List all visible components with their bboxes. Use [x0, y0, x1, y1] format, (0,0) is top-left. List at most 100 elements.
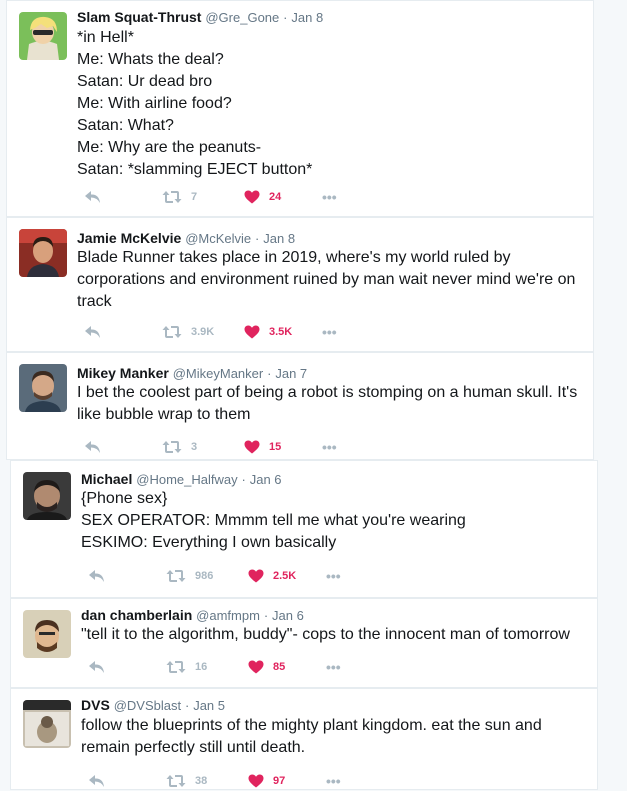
like-count: 85 [273, 661, 286, 673]
tweet[interactable]: Mikey Manker @MikeyManker · Jan 7 I bet … [6, 352, 594, 460]
author-handle[interactable]: @McKelvie [185, 231, 251, 246]
tweet-date[interactable]: Jan 8 [263, 231, 295, 246]
avatar[interactable] [23, 700, 71, 748]
tweet-header: DVS @DVSblast · Jan 5 [81, 696, 225, 715]
tweet[interactable]: Jamie McKelvie @McKelvie · Jan 8 Blade R… [6, 217, 594, 352]
separator: · [241, 472, 246, 487]
tweet-date[interactable]: Jan 7 [275, 366, 307, 381]
retweet-button[interactable]: 3 [162, 437, 197, 457]
separator: · [255, 231, 260, 246]
heart-icon [244, 190, 260, 204]
tweet-header: Jamie McKelvie @McKelvie · Jan 8 [77, 229, 295, 248]
author-handle[interactable]: @MikeyManker [173, 366, 264, 381]
heart-icon [248, 569, 264, 583]
more-button[interactable]: ••• [322, 187, 337, 207]
reply-button[interactable] [88, 657, 106, 677]
tweet-header: Slam Squat-Thrust @Gre_Gone · Jan 8 [77, 8, 323, 27]
retweet-icon [166, 661, 186, 673]
avatar[interactable] [23, 610, 71, 658]
author-handle[interactable]: @Gre_Gone [205, 10, 279, 25]
separator: · [283, 10, 288, 25]
author-handle[interactable]: @Home_Halfway [136, 472, 237, 487]
retweet-count: 3.9K [191, 326, 215, 338]
like-button[interactable]: 97 [248, 771, 285, 791]
avatar[interactable] [19, 12, 67, 60]
tweet-date[interactable]: Jan 6 [272, 608, 304, 623]
retweet-button[interactable]: 986 [166, 566, 213, 586]
like-count: 24 [269, 191, 282, 203]
retweet-button[interactable]: 38 [166, 771, 207, 791]
retweet-icon [166, 775, 186, 787]
like-button[interactable]: 2.5K [248, 566, 296, 586]
avatar[interactable] [23, 472, 71, 520]
tweet[interactable]: DVS @DVSblast · Jan 5 follow the bluepri… [10, 688, 598, 790]
tweet-date[interactable]: Jan 8 [291, 10, 323, 25]
more-button[interactable]: ••• [326, 657, 341, 677]
like-button[interactable]: 3.5K [244, 322, 292, 342]
retweet-count: 7 [191, 191, 198, 203]
tweet-date[interactable]: Jan 5 [193, 698, 225, 713]
author-handle[interactable]: @amfmpm [196, 608, 260, 623]
tweet-header: dan chamberlain @amfmpm · Jan 6 [81, 606, 304, 625]
tweet-text: {Phone sex} SEX OPERATOR: Mmmm tell me w… [81, 490, 466, 551]
retweet-button[interactable]: 7 [162, 187, 197, 207]
like-count: 97 [273, 775, 286, 787]
tweet-header: Michael @Home_Halfway · Jan 6 [81, 470, 282, 489]
more-icon: ••• [326, 659, 341, 675]
tweet-header: Mikey Manker @MikeyManker · Jan 7 [77, 364, 307, 383]
tweet[interactable]: dan chamberlain @amfmpm · Jan 6 "tell it… [10, 598, 598, 688]
more-icon: ••• [322, 189, 337, 205]
more-button[interactable]: ••• [322, 322, 337, 342]
like-button[interactable]: 15 [244, 437, 281, 457]
author-handle[interactable]: @DVSblast [114, 698, 181, 713]
more-icon: ••• [322, 324, 337, 340]
reply-button[interactable] [84, 187, 102, 207]
retweet-button[interactable]: 16 [166, 657, 207, 677]
avatar[interactable] [19, 229, 67, 277]
author-name[interactable]: Jamie McKelvie [77, 230, 181, 246]
reply-button[interactable] [88, 566, 106, 586]
reply-button[interactable] [84, 437, 102, 457]
heart-icon [248, 660, 264, 674]
more-icon: ••• [326, 773, 341, 789]
author-name[interactable]: dan chamberlain [81, 607, 192, 623]
retweet-icon [166, 570, 186, 582]
retweet-button[interactable]: 3.9K [162, 322, 214, 342]
tweet-date[interactable]: Jan 6 [250, 472, 282, 487]
tweet[interactable]: Slam Squat-Thrust @Gre_Gone · Jan 8 *in … [6, 0, 594, 217]
author-name[interactable]: DVS [81, 697, 110, 713]
reply-icon [85, 191, 100, 203]
heart-icon [244, 440, 260, 454]
reply-button[interactable] [84, 322, 102, 342]
like-count: 15 [269, 441, 282, 453]
separator: · [263, 608, 269, 623]
separator: · [267, 366, 272, 381]
retweet-icon [162, 191, 182, 203]
more-button[interactable]: ••• [322, 437, 337, 457]
author-name[interactable]: Slam Squat-Thrust [77, 9, 201, 25]
like-count: 3.5K [269, 326, 293, 338]
retweet-count: 16 [195, 661, 208, 673]
heart-icon [244, 325, 260, 339]
more-button[interactable]: ••• [326, 566, 341, 586]
reply-icon [89, 661, 104, 673]
author-name[interactable]: Michael [81, 471, 132, 487]
tweet-text: "tell it to the algorithm, buddy"- cops … [81, 626, 570, 643]
reply-icon [89, 775, 104, 787]
heart-icon [248, 774, 264, 788]
more-icon: ••• [326, 568, 341, 584]
tweet[interactable]: Michael @Home_Halfway · Jan 6 {Phone sex… [10, 460, 598, 598]
avatar[interactable] [19, 364, 67, 412]
separator: · [184, 698, 190, 713]
author-name[interactable]: Mikey Manker [77, 365, 169, 381]
reply-button[interactable] [88, 771, 106, 791]
reply-icon [85, 326, 100, 338]
like-button[interactable]: 85 [248, 657, 285, 677]
tweet-text: Blade Runner takes place in 2019, where'… [77, 249, 576, 310]
retweet-icon [162, 441, 182, 453]
retweet-count: 38 [195, 775, 208, 787]
like-button[interactable]: 24 [244, 187, 281, 207]
more-button[interactable]: ••• [326, 771, 341, 791]
like-count: 2.5K [273, 570, 297, 582]
reply-icon [85, 441, 100, 453]
